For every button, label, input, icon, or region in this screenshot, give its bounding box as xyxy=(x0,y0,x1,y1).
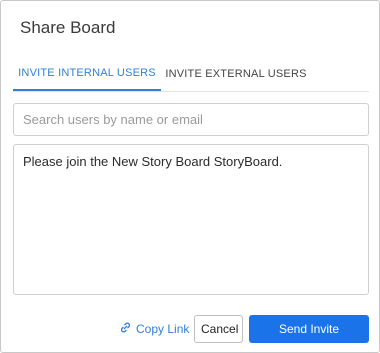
tab-invite-internal-users[interactable]: INVITE INTERNAL USERS xyxy=(13,57,161,91)
send-invite-button[interactable]: Send Invite xyxy=(249,315,369,343)
copy-link-label: Copy Link xyxy=(136,322,190,336)
cancel-button[interactable]: Cancel xyxy=(194,315,243,343)
share-board-dialog: Share Board INVITE INTERNAL USERS INVITE… xyxy=(0,0,380,353)
search-users-input[interactable] xyxy=(13,103,369,136)
tab-invite-external-users[interactable]: INVITE EXTERNAL USERS xyxy=(161,57,311,91)
invite-tabs: INVITE INTERNAL USERS INVITE EXTERNAL US… xyxy=(13,57,369,92)
invite-message-textarea[interactable]: Please join the New Story Board StoryBoa… xyxy=(13,144,369,295)
link-icon xyxy=(119,321,132,337)
dialog-title: Share Board xyxy=(20,18,116,37)
copy-link-button[interactable]: Copy Link xyxy=(119,318,189,340)
